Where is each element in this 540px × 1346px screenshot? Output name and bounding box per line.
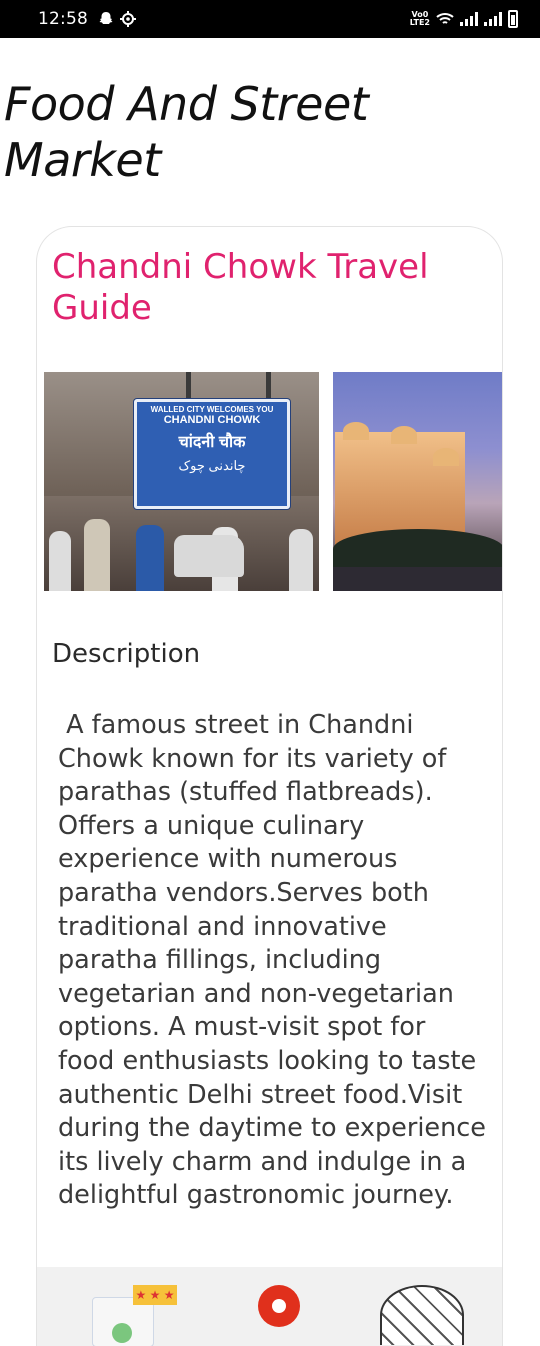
status-right-icons: Vo0 LTE2: [410, 10, 518, 28]
wifi-icon: [436, 13, 454, 24]
bottom-links-bar: ★ ★ ★: [37, 1267, 502, 1346]
signal-icon: [460, 12, 478, 26]
card-title: Chandni Chowk Travel Guide: [52, 247, 429, 328]
chandni-chowk-sign-photo[interactable]: WALLED CITY WELCOMES YOU CHANDNI CHOWK च…: [44, 372, 319, 591]
snapchat-icon: [99, 12, 113, 24]
place-card: Chandni Chowk Travel Guide WALLED CITY W…: [36, 226, 503, 1346]
review-app-icon[interactable]: ★ ★ ★: [92, 1285, 177, 1346]
status-left-icons: [98, 11, 136, 27]
signal-icon: [484, 12, 502, 26]
wikipedia-icon[interactable]: [380, 1285, 464, 1345]
welcome-sign: WALLED CITY WELCOMES YOU CHANDNI CHOWK च…: [134, 399, 290, 509]
status-time: 12:58: [38, 9, 88, 29]
description-text: A famous street in Chandni Chowk known f…: [58, 710, 495, 1211]
image-gallery[interactable]: WALLED CITY WELCOMES YOU CHANDNI CHOWK च…: [44, 372, 502, 591]
palace-photo[interactable]: [333, 372, 502, 591]
pie-chart-icon[interactable]: [258, 1285, 300, 1327]
settings-icon: [120, 11, 136, 27]
status-bar: 12:58 Vo0 LTE2: [0, 0, 540, 38]
battery-icon: [508, 10, 518, 28]
volte-indicator: Vo0 LTE2: [409, 10, 430, 27]
page-title: Food And Street Market: [4, 77, 369, 187]
description-heading: Description: [52, 639, 201, 669]
